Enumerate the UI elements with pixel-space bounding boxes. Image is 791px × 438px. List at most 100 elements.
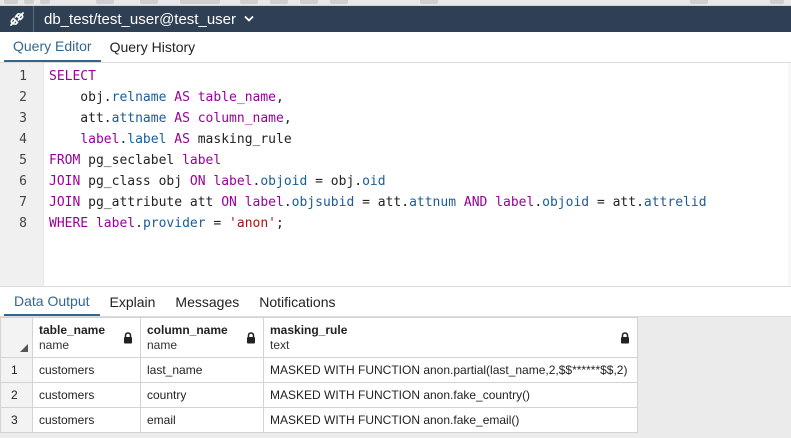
row-number[interactable]: 2 [0,382,33,408]
sql-text: = att. [589,195,644,210]
sql-text: att. [49,111,112,126]
connection-selector[interactable]: db_test/test_user@test_user [34,11,254,28]
code-line[interactable]: SELECT [49,66,707,87]
sql-string: 'anon' [229,216,277,231]
top-strip-notch [140,0,158,4]
sql-keyword: label [244,195,284,210]
sql-text: ; [276,216,284,231]
sql-text: pg_class obj [80,174,190,189]
code-line[interactable]: obj.relname AS table_name, [49,87,707,108]
sql-keyword: column_name [197,111,284,126]
lock-icon [621,332,629,344]
sql-keyword: JOIN [49,195,81,210]
column-type: name [39,338,70,352]
table-row[interactable]: 3 customers email MASKED WITH FUNCTION a… [0,407,638,433]
sql-text: obj. [49,90,112,105]
column-header-masking-rule[interactable]: masking_rule text [263,317,638,358]
column-type: name [147,338,178,352]
table-row[interactable]: 1 customers last_name MASKED WITH FUNCTI… [0,357,638,383]
cell-table-name[interactable]: customers [32,357,141,383]
sql-text: , [283,111,292,126]
tab-messages[interactable]: Messages [165,287,249,316]
sql-keyword: ON [221,195,237,210]
sql-text: , [276,90,284,105]
sql-keyword: label [95,216,136,231]
code-line[interactable]: JOIN pg_attribute att ON label.objsubid … [49,192,707,213]
data-output-grid: table_name name column_name name masking… [0,317,791,438]
sql-keyword: table_name [197,90,277,105]
cell-column-name[interactable]: email [140,407,264,433]
results-table: table_name name column_name name masking… [0,317,638,433]
sql-keyword: label [182,153,222,168]
code-line[interactable]: label.label AS masking_rule [49,129,707,150]
sql-text: . [534,195,543,210]
sql-text: = [205,216,230,231]
top-strip-notch [24,0,34,4]
row-number[interactable]: 3 [0,407,33,433]
column-name: column_name [147,323,228,337]
sql-property: objsubid [291,195,355,210]
select-all-corner[interactable] [0,317,33,358]
code-area[interactable]: SELECT obj.relname AS table_name, att.at… [49,66,707,234]
code-line[interactable]: att.attname AS column_name, [49,108,707,129]
triangle-corner-icon [20,344,28,352]
sql-text: . [135,216,143,231]
cell-table-name[interactable]: customers [32,382,141,408]
cell-masking-rule[interactable]: MASKED WITH FUNCTION anon.fake_country() [263,382,638,408]
line-number: 4 [19,132,27,147]
sql-keyword: WHERE [49,216,89,231]
tab-explain[interactable]: Explain [100,287,166,316]
sql-keyword: FROM [49,153,81,168]
line-number: 8 [19,216,27,231]
top-strip-notch [180,0,220,4]
line-number: 1 [19,69,27,84]
column-header-column-name[interactable]: column_name name [140,317,264,358]
plug-icon-svg [9,12,24,26]
sql-text: masking_rule [189,132,292,147]
cell-column-name[interactable]: last_name [140,357,264,383]
code-line[interactable]: FROM pg_seclabel label [49,150,707,171]
connection-bar: db_test/test_user@test_user [0,6,791,32]
code-line[interactable]: JOIN pg_class obj ON label.objoid = obj.… [49,171,707,192]
sql-keyword: AS [174,132,190,147]
lock-icon [247,332,255,344]
sql-property: oid [362,174,386,189]
tab-data-output[interactable]: Data Output [4,287,100,316]
plug-icon[interactable] [0,6,34,32]
sql-keyword: AS [174,90,190,105]
sql-property: relname [111,90,167,105]
sql-text: = obj. [307,174,363,189]
chevron-down-icon [244,13,254,25]
code-line[interactable]: WHERE label.provider = 'anon'; [49,213,707,234]
top-strip-notch [96,0,114,4]
top-strip-notch [4,0,18,4]
top-strip-notch [770,0,784,4]
row-number[interactable]: 1 [0,357,33,383]
line-number-gutter: 1 2 3 4 5 6 7 8 [0,63,44,286]
sql-property: label [127,132,167,147]
column-header-table-name[interactable]: table_name name [32,317,141,358]
line-number: 5 [19,153,27,168]
tab-query-editor[interactable]: Query Editor [4,32,101,62]
sql-editor[interactable]: 1 2 3 4 5 6 7 8 SELECT obj.relname AS ta… [0,63,791,286]
sql-property: objoid [260,174,308,189]
cell-masking-rule[interactable]: MASKED WITH FUNCTION anon.partial(last_n… [263,357,638,383]
column-name: table_name [39,323,106,337]
line-number: 6 [19,174,27,189]
tab-query-history[interactable]: Query History [101,32,205,62]
editor-tabs: Query Editor Query History [0,32,791,63]
sql-keyword: JOIN [49,174,81,189]
cell-masking-rule[interactable]: MASKED WITH FUNCTION anon.fake_email() [263,407,638,433]
table-row[interactable]: 2 customers country MASKED WITH FUNCTION… [0,382,638,408]
tab-notifications[interactable]: Notifications [249,287,345,316]
cell-column-name[interactable]: country [140,382,264,408]
cell-table-name[interactable]: customers [32,407,141,433]
line-number: 3 [19,111,27,126]
sql-text: . [283,195,292,210]
line-number: 2 [19,90,27,105]
